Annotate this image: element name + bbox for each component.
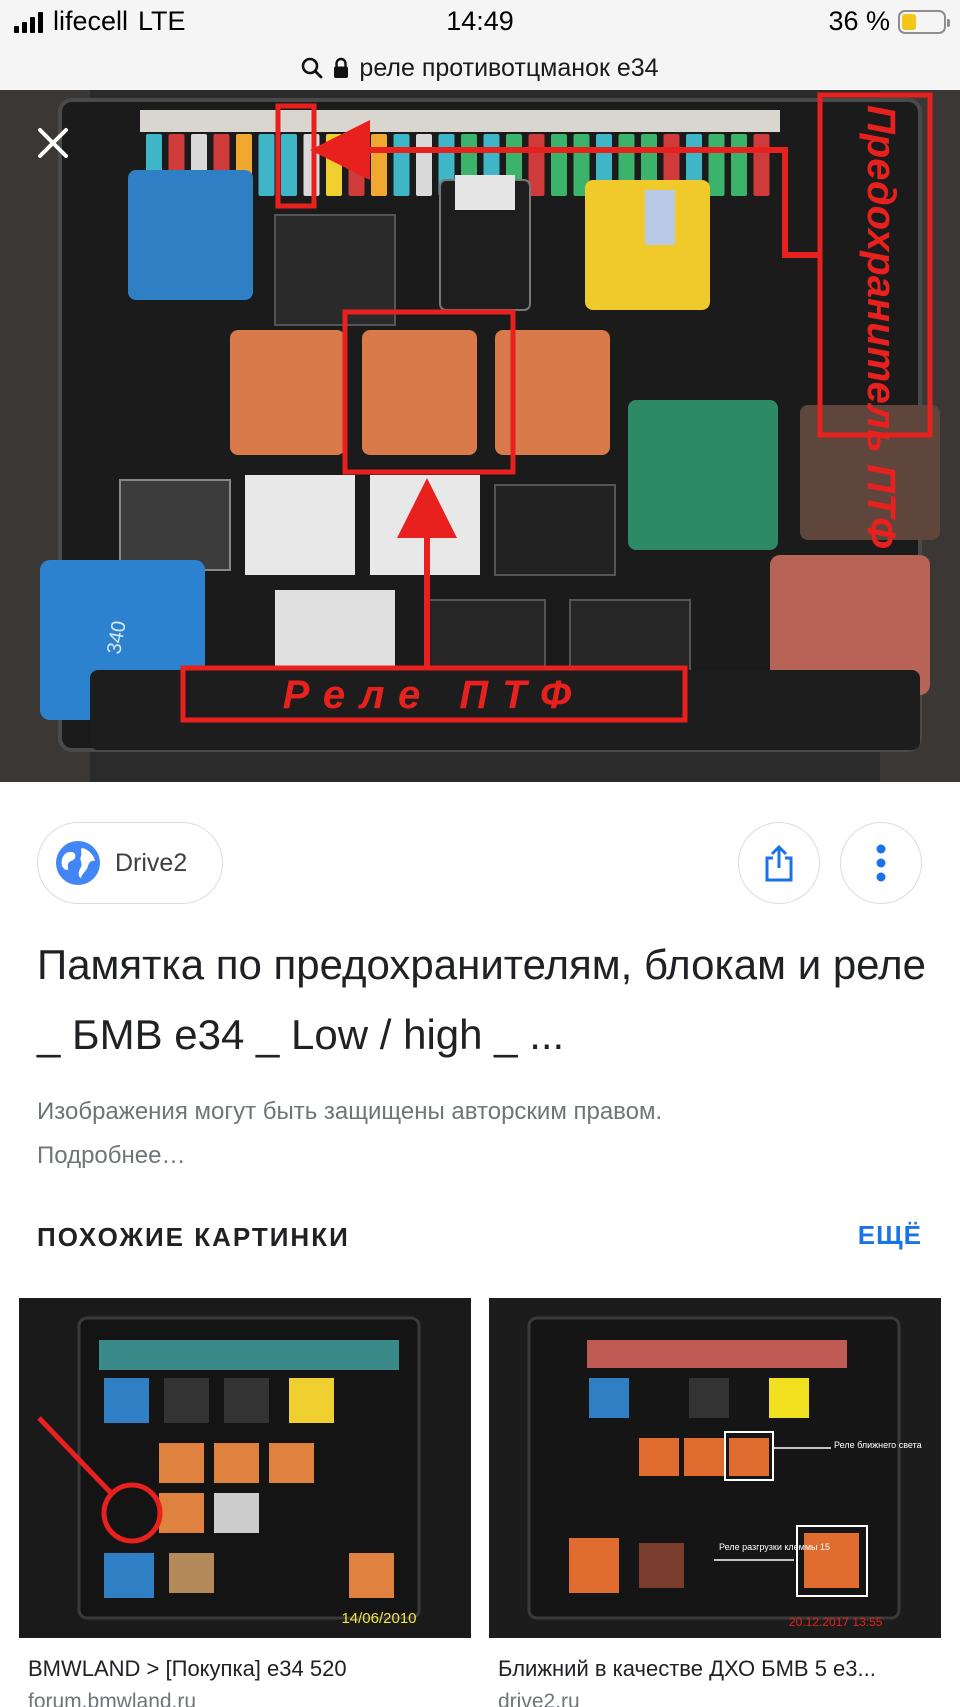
orange-relay-left [230, 330, 345, 455]
copyright-note[interactable]: Изображения могут быть защищены авторски… [37, 1090, 717, 1178]
orange-relay-ptf [362, 330, 477, 455]
fuse [416, 134, 432, 196]
source-chip[interactable]: Drive2 [37, 822, 223, 904]
fuse-annotation: Предохранитель ПТФ [859, 105, 903, 549]
share-icon [765, 844, 793, 882]
fuse [258, 134, 275, 196]
white-socket [245, 475, 355, 575]
battery-icon [898, 9, 950, 34]
search-icon [302, 57, 323, 79]
fuse [393, 134, 410, 196]
search-query: реле противотцманок е34 [359, 53, 659, 82]
similar-caption-2[interactable]: Ближний в качестве ДХО БМВ 5 е3... [498, 1656, 938, 1682]
more-options-button[interactable] [840, 822, 922, 904]
relay-socket [274, 214, 396, 326]
similar-images-heading: ПОХОЖИЕ КАРТИНКИ [37, 1222, 350, 1252]
similar-thumbnail-1: 14/06/2010 [19, 1298, 471, 1638]
relay-annotation: Реле ПТФ [283, 673, 586, 717]
clock: 14:49 [446, 6, 514, 36]
fuse [348, 134, 365, 196]
more-similar-link[interactable]: ЕЩЁ [858, 1220, 922, 1251]
fuse [708, 134, 725, 196]
fuse [371, 134, 387, 196]
thumb-date-stamp: 14/06/2010 [341, 1610, 416, 1627]
fuse-box-photo: 340 Предохранитель ПТФ Реле ПТФ [0, 90, 960, 782]
blue-relay [128, 170, 253, 300]
similar-domain-2: drive2.ru [498, 1690, 580, 1707]
globe-icon [56, 841, 100, 885]
similar-image-1[interactable]: 14/06/2010 [19, 1298, 471, 1638]
thumb-label-unload: Реле разгрузки клеммы 15 [719, 1542, 830, 1552]
fuse [281, 134, 297, 196]
lock-icon [334, 57, 349, 78]
fuse [731, 134, 747, 196]
battery-fill [902, 13, 916, 30]
thumb-date-stamp-2: 20.12.2017 13:55 [789, 1615, 883, 1629]
relay-bracket [455, 175, 515, 210]
share-button[interactable] [738, 822, 820, 904]
status-bar: lifecell LTE 14:49 36 % [0, 0, 960, 46]
fuse [753, 134, 770, 196]
similar-domain-1: forum.bmwland.ru [28, 1690, 197, 1707]
similar-caption-1[interactable]: BMWLAND > [Покупка] е34 520 [28, 1656, 468, 1682]
fuse [551, 134, 567, 196]
close-icon[interactable] [30, 120, 76, 166]
url-bar[interactable]: реле противотцманок е34 [0, 46, 960, 90]
green-relay [628, 400, 778, 550]
result-title[interactable]: Памятка по предохранителям, блокам и рел… [37, 930, 927, 1070]
similar-image-2[interactable]: Реле ближнего света Реле разгрузки клемм… [489, 1298, 941, 1638]
more-vert-icon [876, 844, 886, 882]
battery-group: 36 % [828, 6, 950, 37]
fuse [326, 134, 342, 196]
source-name: Drive2 [115, 848, 188, 877]
thumb-label-low-beam: Реле ближнего света [834, 1440, 922, 1450]
battery-percent: 36 % [828, 6, 890, 36]
similar-thumbnail-2: Реле ближнего света Реле разгрузки клемм… [489, 1298, 941, 1638]
result-image[interactable]: 340 Предохранитель ПТФ Реле ПТФ [0, 90, 960, 782]
